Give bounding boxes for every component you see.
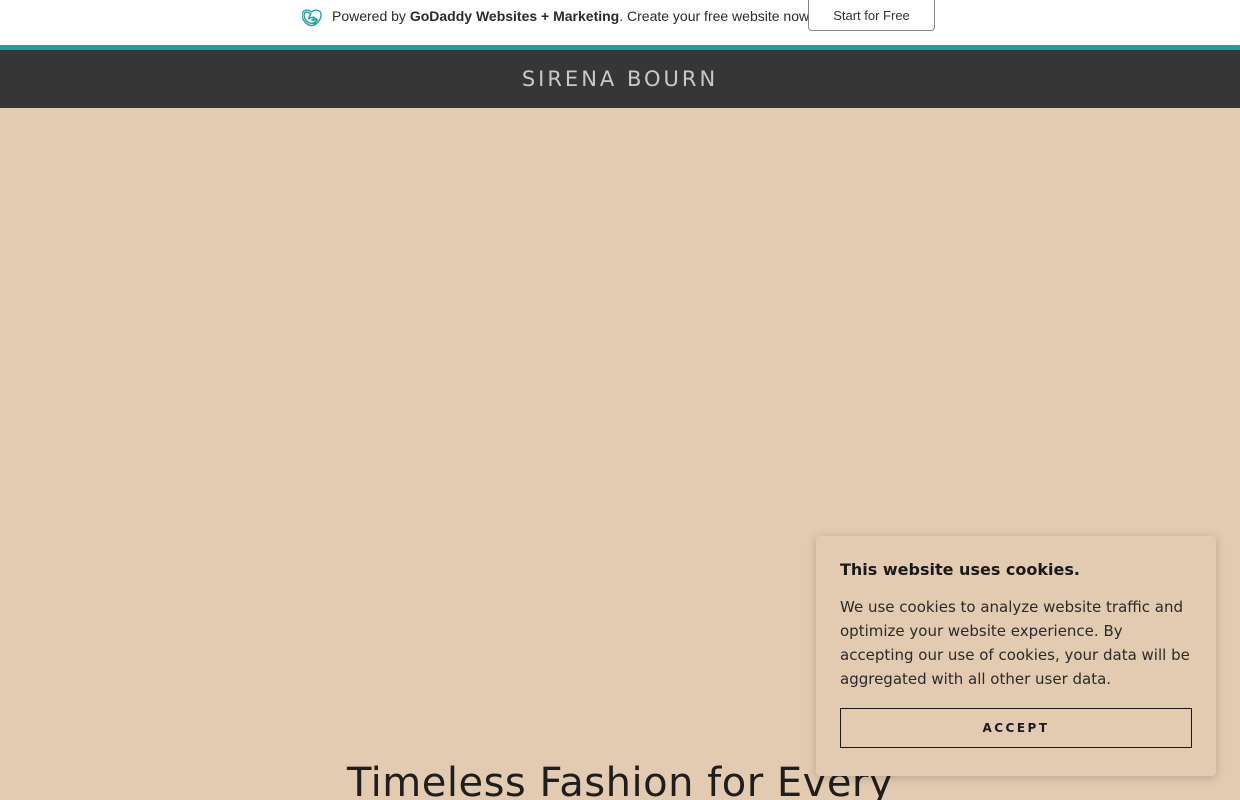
godaddy-promo-bar: Powered by GoDaddy Websites + Marketing.… xyxy=(0,0,1240,50)
site-header: SIRENA BOURN xyxy=(0,50,1240,108)
cookie-consent-banner: This website uses cookies. We use cookie… xyxy=(816,536,1216,776)
cookie-banner-title: This website uses cookies. xyxy=(840,560,1080,579)
promo-text: Powered by GoDaddy Websites + Marketing.… xyxy=(332,8,812,24)
start-for-free-button[interactable]: Start for Free xyxy=(808,0,935,31)
godaddy-brand-name: GoDaddy Websites + Marketing xyxy=(409,8,620,24)
promo-content: Powered by GoDaddy Websites + Marketing.… xyxy=(302,0,812,32)
accept-cookies-button[interactable]: ACCEPT xyxy=(840,708,1192,748)
promo-tagline: . Create your free website now. xyxy=(619,8,813,24)
site-title[interactable]: SIRENA BOURN xyxy=(522,67,718,91)
cookie-banner-body: We use cookies to analyze website traffi… xyxy=(840,598,1190,688)
godaddy-logo-icon xyxy=(302,8,322,26)
powered-by-label: Powered by xyxy=(332,8,406,24)
